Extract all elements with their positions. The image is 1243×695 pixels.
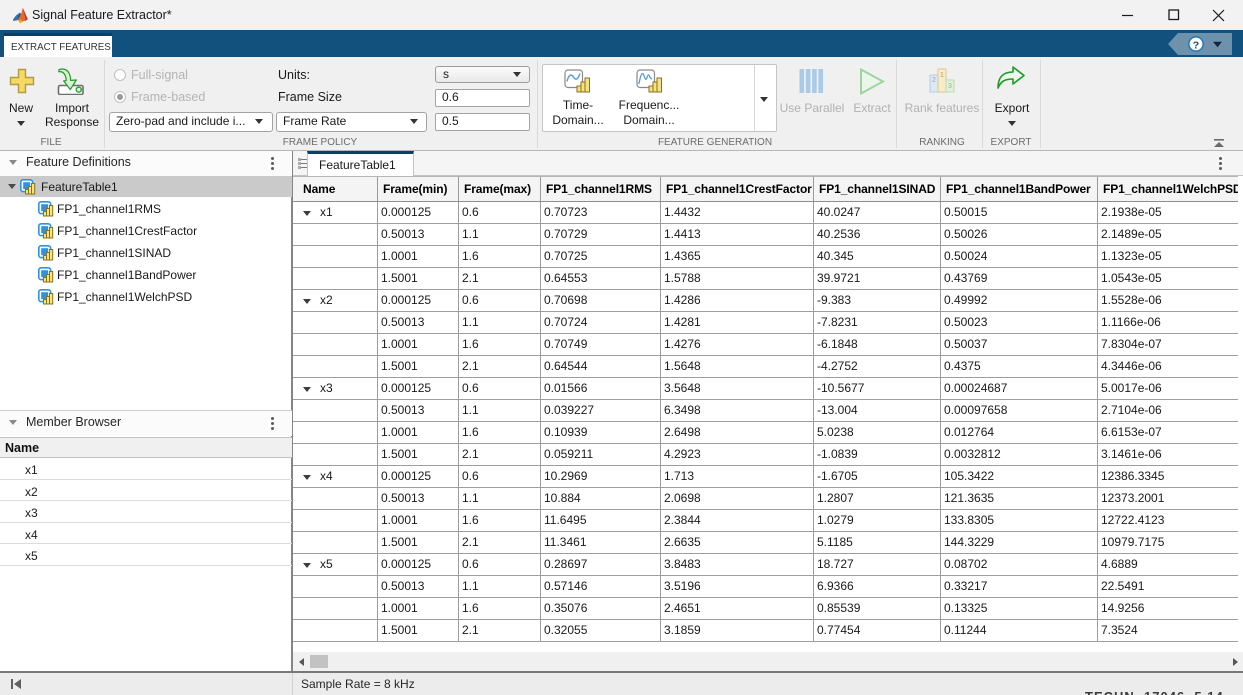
svg-text:1: 1 bbox=[940, 72, 944, 79]
svg-text:?: ? bbox=[1193, 40, 1199, 52]
svg-text:3: 3 bbox=[948, 83, 952, 90]
svg-text:2: 2 bbox=[932, 77, 936, 84]
